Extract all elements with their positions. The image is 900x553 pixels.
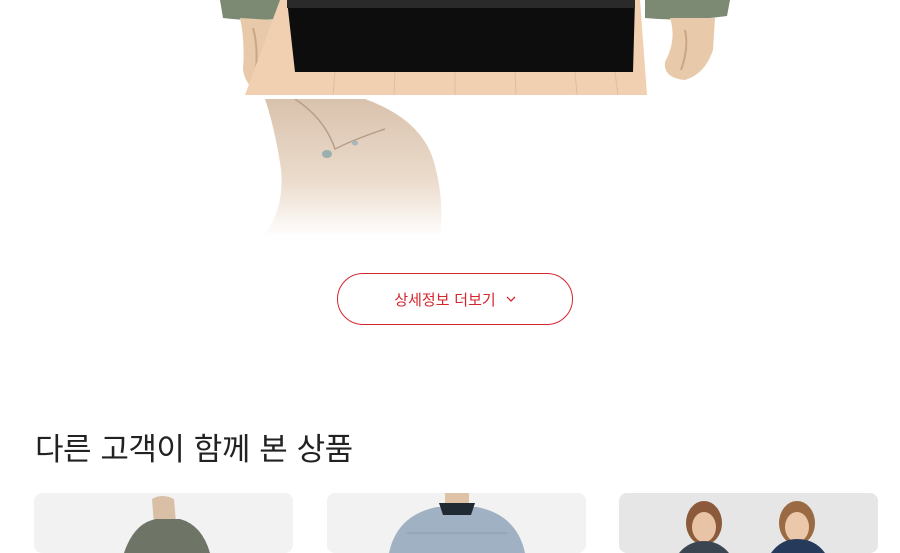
more-details-button[interactable]: 상세정보 더보기 xyxy=(337,273,573,325)
more-details-button-label: 상세정보 더보기 xyxy=(394,290,496,309)
product-thumbnail xyxy=(124,496,210,553)
related-product-card[interactable] xyxy=(327,493,586,553)
product-thumbnail xyxy=(679,501,825,553)
product-thumbnail xyxy=(389,493,525,553)
related-product-card[interactable] xyxy=(34,493,293,553)
chevron-down-icon xyxy=(506,296,516,302)
related-products-title: 다른 고객이 함께 본 상품 xyxy=(35,432,353,468)
related-product-card[interactable] xyxy=(619,493,878,553)
product-detail-image-top xyxy=(215,0,735,95)
product-detail-image-bottom xyxy=(215,99,735,239)
